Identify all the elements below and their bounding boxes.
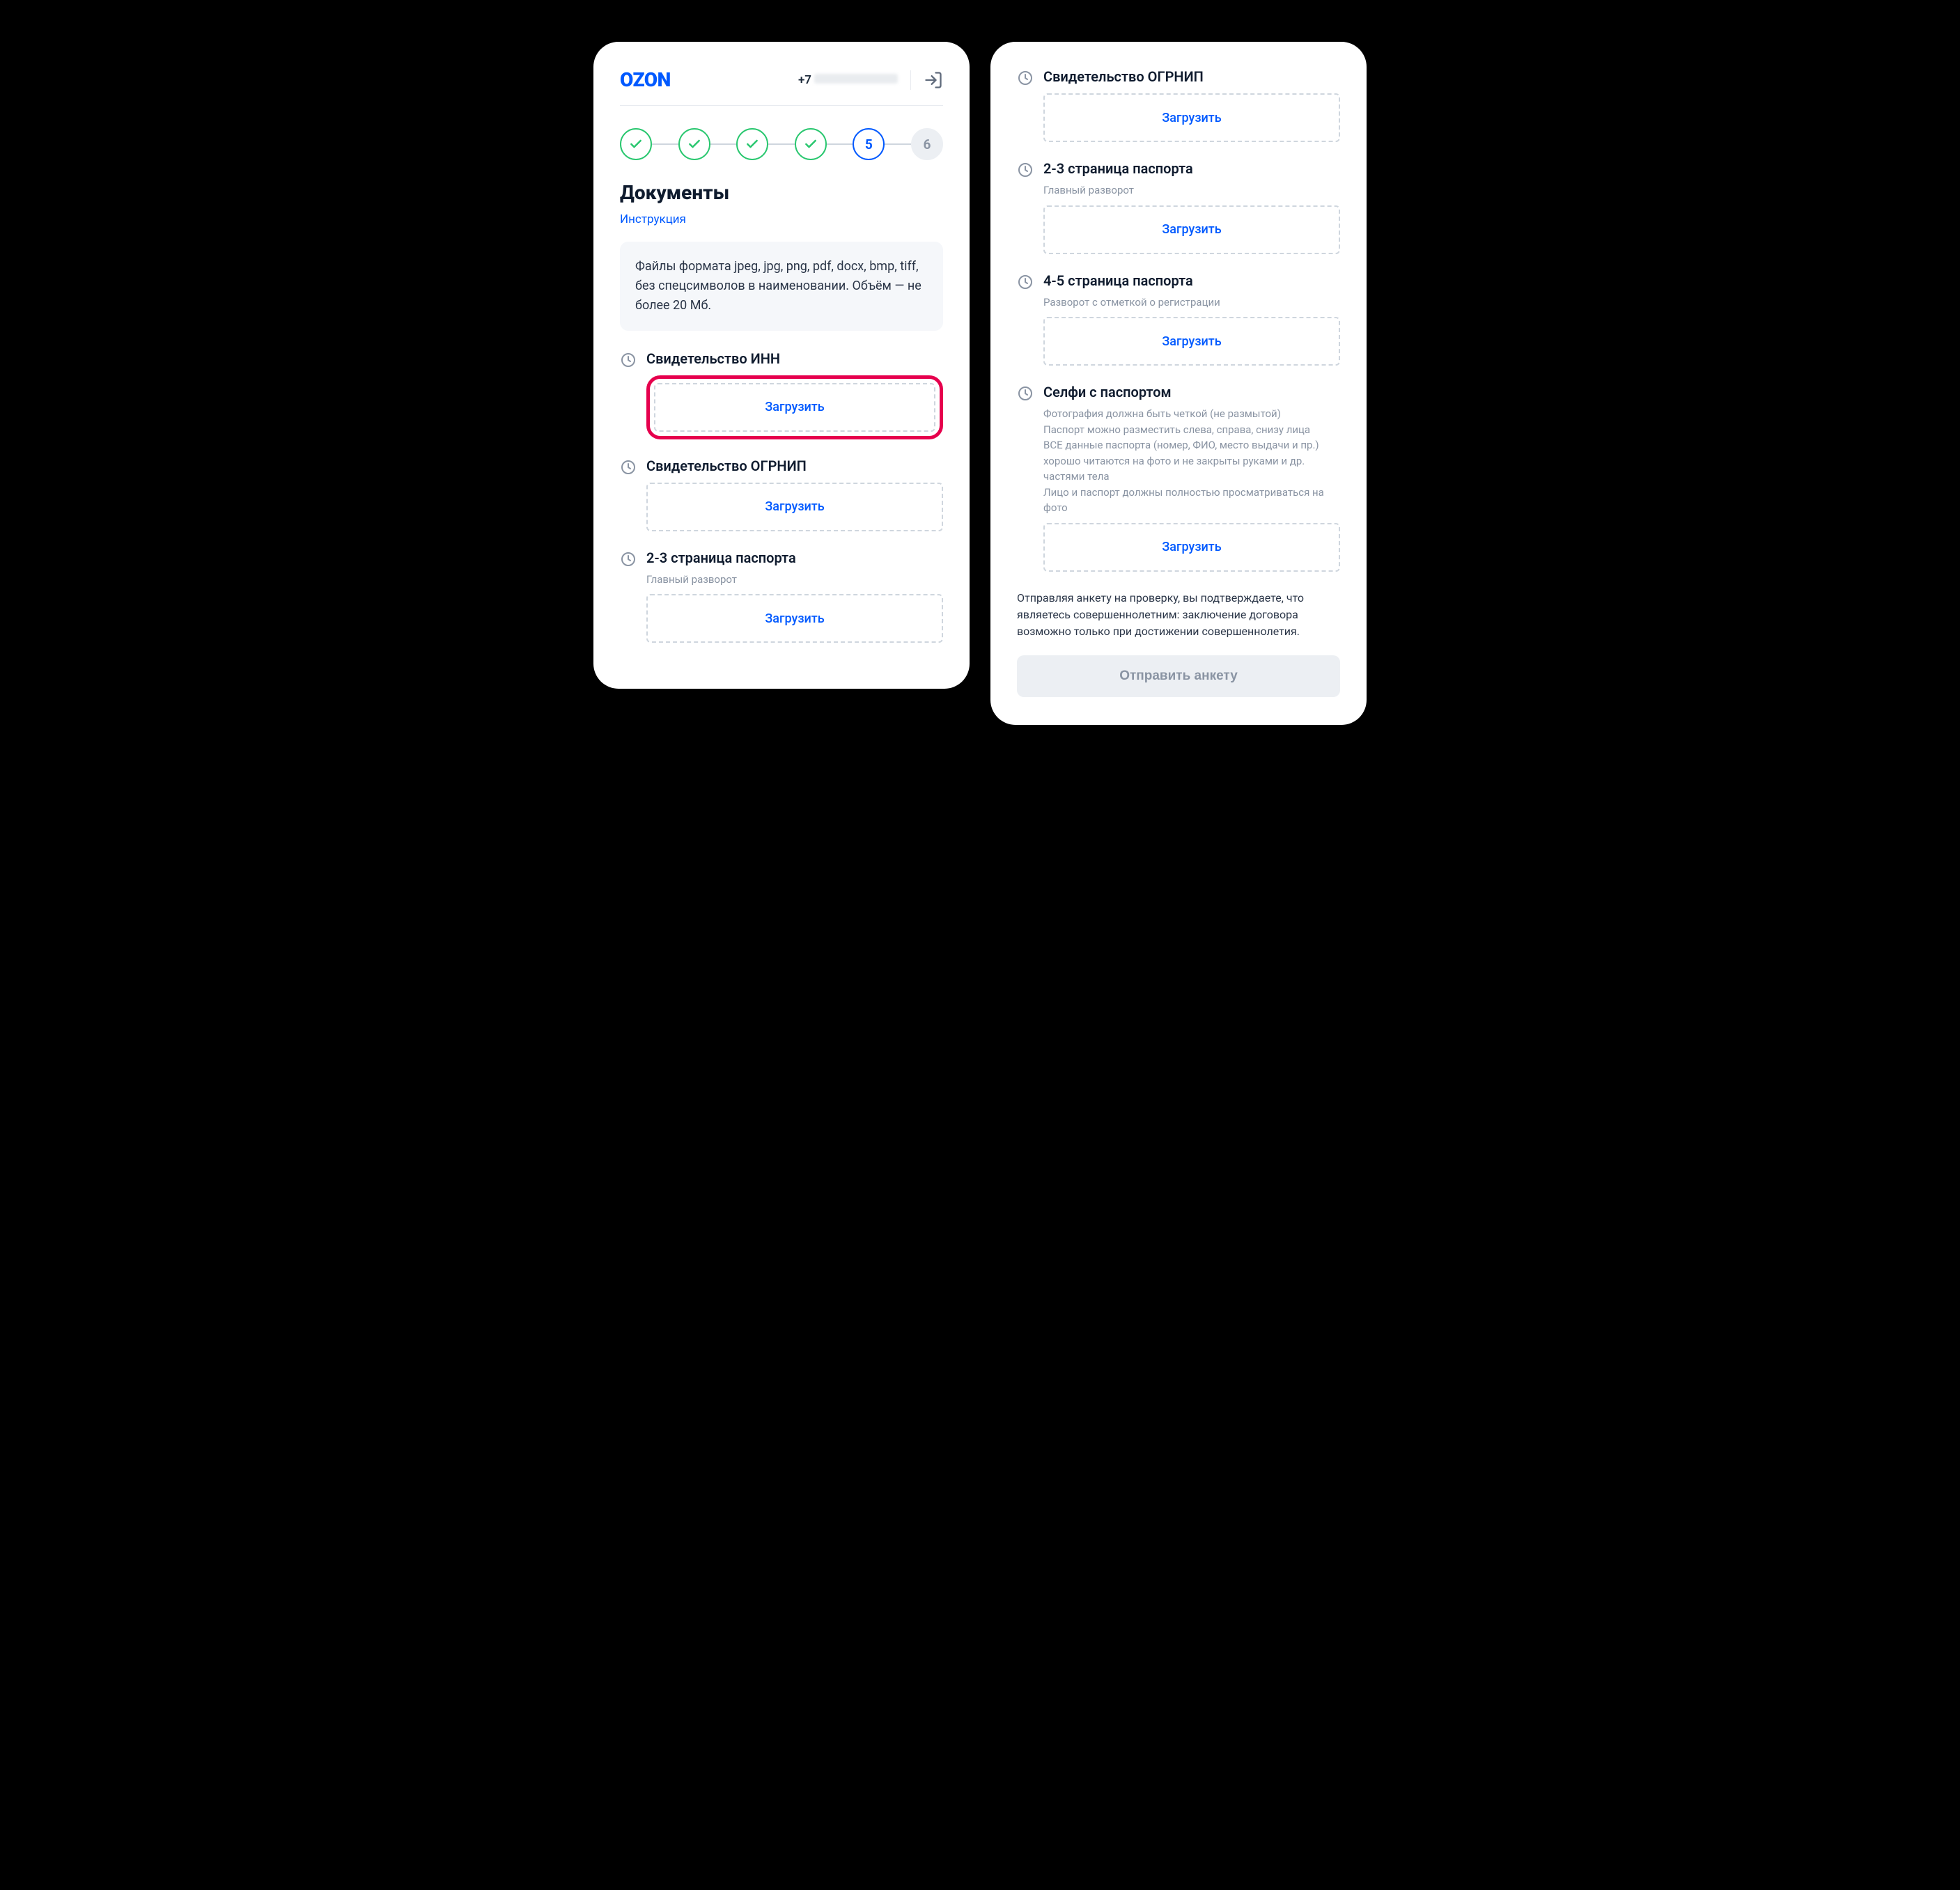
step-6: 6 (911, 128, 943, 160)
upload-highlight: Загрузить (646, 375, 943, 439)
header-right: +7 (798, 70, 943, 90)
user-phone: +7 (798, 73, 898, 87)
step-3 (736, 128, 768, 160)
upload-subtitle: Фотография должна быть четкой (не размыт… (1043, 406, 1340, 516)
upload-title: Свидетельство ИНН (646, 350, 780, 367)
step-5: 5 (853, 128, 885, 160)
step-2 (678, 128, 710, 160)
upload-dropzone-ogrnip[interactable]: Загрузить (646, 483, 943, 531)
clock-icon (1017, 274, 1034, 290)
upload-block-inn: Свидетельство ИНН Загрузить (620, 350, 943, 439)
clock-icon (1017, 385, 1034, 402)
upload-block-passport-2-3: 2-3 страница паспорта Главный разворот З… (620, 549, 943, 643)
phone-redacted (814, 74, 898, 84)
upload-dropzone-passport-2-3[interactable]: Загрузить (646, 594, 943, 643)
step-4 (795, 128, 827, 160)
upload-title: Селфи с паспортом (1043, 384, 1172, 400)
upload-title: 2-3 страница паспорта (1043, 160, 1193, 177)
submit-button[interactable]: Отправить анкету (1017, 655, 1340, 697)
upload-subtitle: Главный разворот (646, 572, 943, 588)
upload-title: 4-5 страница паспорта (1043, 272, 1193, 289)
upload-dropzone-selfie[interactable]: Загрузить (1043, 523, 1340, 572)
age-disclaimer: Отправляя анкету на проверку, вы подтвер… (1017, 590, 1340, 640)
ozon-logo: OZON (620, 68, 671, 91)
phone-screen-right: Свидетельство ОГРНИП Загрузить 2-3 стран… (990, 42, 1367, 725)
logout-icon[interactable] (924, 70, 943, 90)
phone-screen-left: OZON +7 5 6 Документы Инструкция Файлы ф… (593, 42, 970, 689)
upload-block-selfie: Селфи с паспортом Фотография должна быть… (1017, 384, 1340, 572)
upload-dropzone-passport-4-5[interactable]: Загрузить (1043, 317, 1340, 366)
upload-dropzone-ogrnip-r[interactable]: Загрузить (1043, 93, 1340, 142)
instruction-link[interactable]: Инструкция (620, 212, 686, 226)
clock-icon (620, 352, 637, 368)
clock-icon (620, 459, 637, 476)
upload-dropzone-passport-2-3-r[interactable]: Загрузить (1043, 205, 1340, 254)
progress-stepper: 5 6 (620, 128, 943, 160)
upload-block-passport-4-5: 4-5 страница паспорта Разворот с отметко… (1017, 272, 1340, 366)
step-1 (620, 128, 652, 160)
phone-prefix: +7 (798, 73, 811, 87)
clock-icon (1017, 162, 1034, 178)
upload-title: Свидетельство ОГРНИП (646, 458, 807, 474)
file-requirements-info: Файлы формата jpeg, jpg, png, pdf, docx,… (620, 242, 943, 331)
upload-block-passport-2-3-r: 2-3 страница паспорта Главный разворот З… (1017, 160, 1340, 254)
app-header: OZON +7 (620, 68, 943, 106)
page-title: Документы (620, 181, 943, 204)
upload-subtitle: Главный разворот (1043, 182, 1340, 198)
upload-block-ogrnip-r: Свидетельство ОГРНИП Загрузить (1017, 68, 1340, 142)
upload-dropzone-inn[interactable]: Загрузить (654, 383, 935, 432)
header-divider (910, 70, 911, 90)
upload-title: Свидетельство ОГРНИП (1043, 68, 1204, 85)
clock-icon (1017, 70, 1034, 86)
upload-title: 2-3 страница паспорта (646, 549, 796, 566)
upload-block-ogrnip: Свидетельство ОГРНИП Загрузить (620, 458, 943, 531)
clock-icon (620, 551, 637, 568)
upload-subtitle: Разворот с отметкой о регистрации (1043, 295, 1340, 311)
